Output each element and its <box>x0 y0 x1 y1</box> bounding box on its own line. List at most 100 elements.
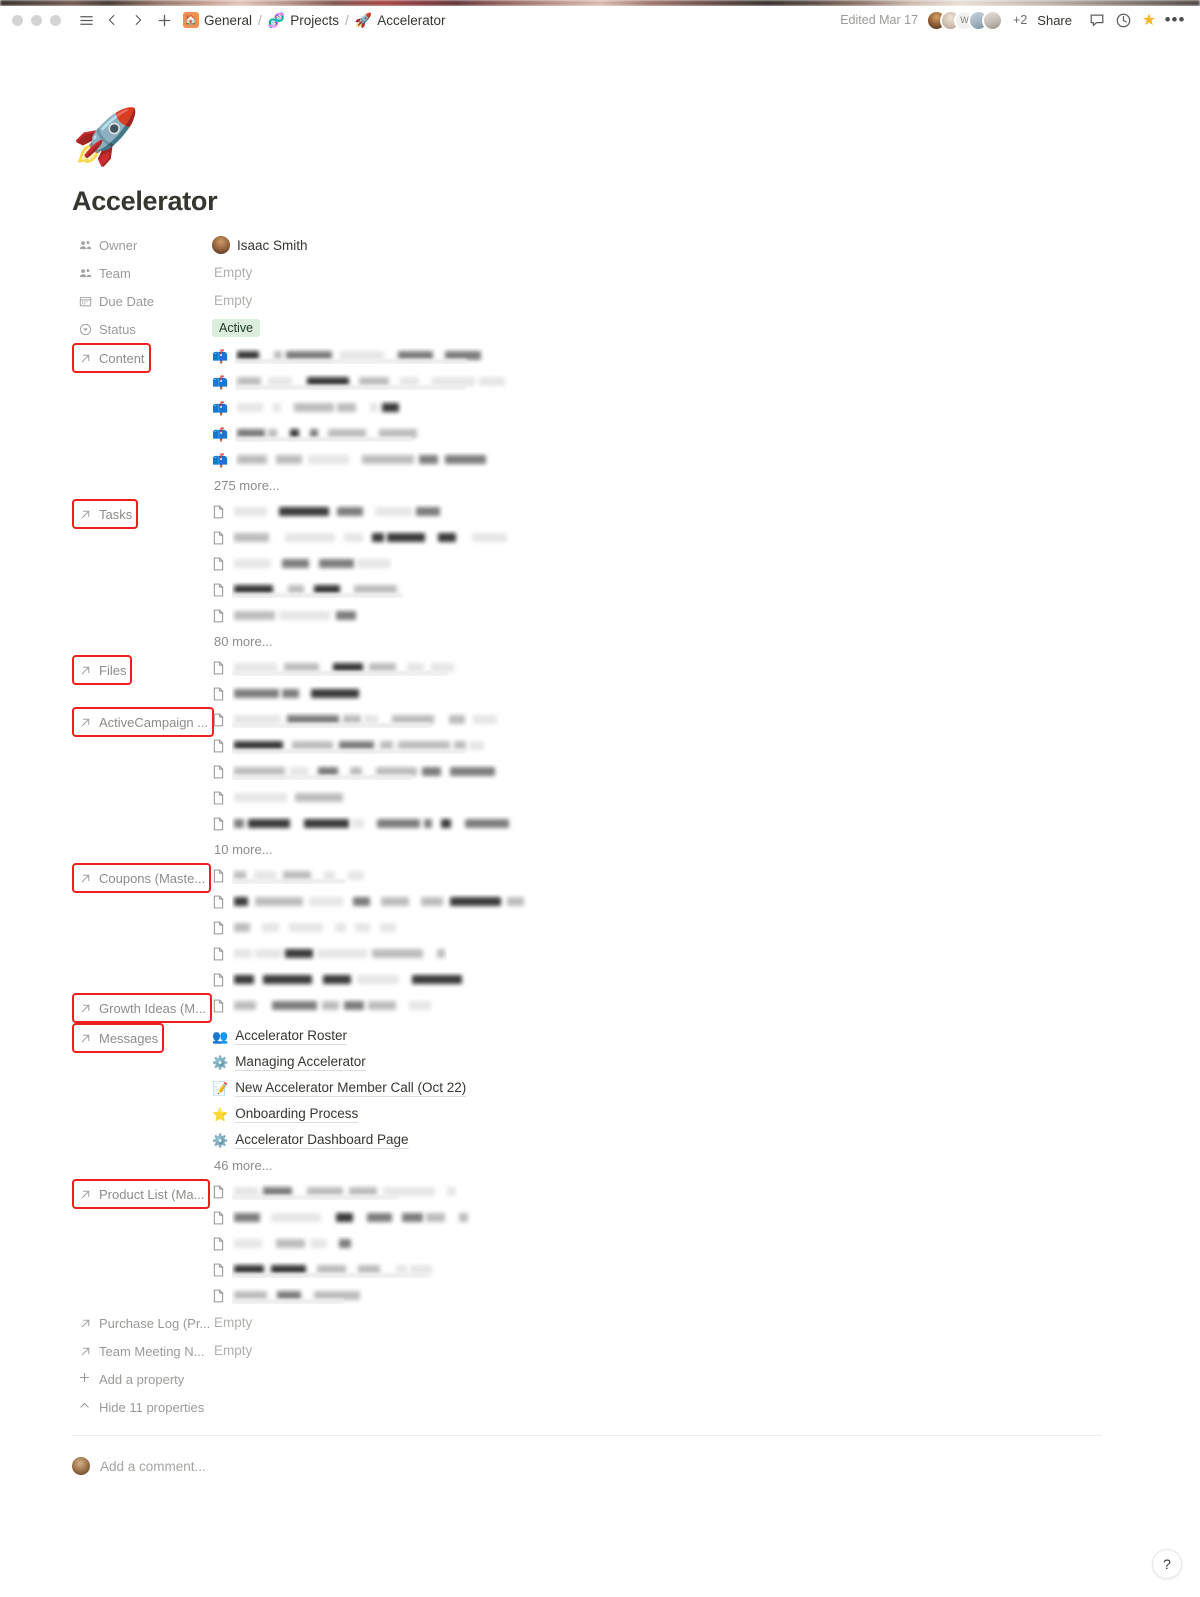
relation-item-redacted[interactable] <box>212 1205 1102 1231</box>
relation-item[interactable]: ⭐ Onboarding Process <box>212 1101 1102 1127</box>
relation-item-redacted[interactable] <box>212 551 1102 577</box>
relation-item[interactable]: ⚙️ Accelerator Dashboard Page <box>212 1127 1102 1153</box>
relation-item-redacted[interactable]: 📫 <box>212 395 1102 421</box>
property-value-cell[interactable] <box>212 993 1102 1021</box>
relation-item-redacted[interactable] <box>212 941 1102 967</box>
property-value-cell[interactable]: Active <box>212 315 1102 343</box>
property-name-owner[interactable]: Owner <box>72 231 212 259</box>
add-comment-row[interactable]: Add a comment... <box>72 1446 1102 1486</box>
minimize-window-button[interactable] <box>31 14 42 26</box>
relation-item-redacted[interactable] <box>212 681 1102 707</box>
relation-item-redacted[interactable]: 📫 <box>212 421 1102 447</box>
home-icon[interactable]: 🏠 <box>183 12 199 28</box>
property-name-coupons-maste[interactable]: Coupons (Maste... <box>72 863 212 893</box>
property-name-team[interactable]: Team <box>72 259 212 287</box>
relation-item-redacted[interactable] <box>212 967 1102 993</box>
relation-item-redacted[interactable]: 📫 <box>212 447 1102 473</box>
star-icon[interactable]: ★ <box>1136 7 1162 33</box>
page-icon-rocket[interactable]: 🚀 <box>72 110 1102 164</box>
property-value-cell[interactable] <box>212 1179 1102 1309</box>
property-value-cell[interactable]: Isaac Smith <box>212 231 1102 259</box>
relation-item-redacted[interactable] <box>212 1231 1102 1257</box>
relation-item-redacted[interactable] <box>212 655 1102 681</box>
document-icon <box>212 817 225 831</box>
relation-item-redacted[interactable] <box>212 785 1102 811</box>
property-name-status[interactable]: Status <box>72 315 212 343</box>
relation-item-redacted[interactable] <box>212 499 1102 525</box>
avatar-overflow-count[interactable]: +2 <box>1013 13 1027 27</box>
help-button[interactable]: ? <box>1152 1549 1182 1579</box>
property-value-cell[interactable]: 👥 Accelerator Roster ⚙️ Managing Accelerato… <box>212 1023 1102 1179</box>
chevron-right-icon[interactable] <box>125 7 151 33</box>
show-more-link[interactable]: 46 more... <box>212 1153 1102 1179</box>
breadcrumb-item-projects[interactable]: Projects <box>290 13 339 28</box>
maximize-window-button[interactable] <box>50 14 61 26</box>
share-button[interactable]: Share <box>1037 13 1072 28</box>
relation-item-redacted[interactable] <box>212 759 1102 785</box>
relation-item[interactable]: 👥 Accelerator Roster <box>212 1023 1102 1049</box>
relation-item-redacted[interactable] <box>212 1179 1102 1205</box>
relation-item-redacted[interactable] <box>212 863 1102 889</box>
add-property-button[interactable]: Add a property <box>72 1365 1102 1393</box>
relation-item-redacted[interactable]: 📫 <box>212 343 1102 369</box>
ellipsis-icon[interactable]: ••• <box>1162 7 1188 33</box>
property-value-empty[interactable]: Empty <box>212 287 1102 315</box>
property-value-empty[interactable]: Empty <box>212 1309 1102 1337</box>
property-name-team-meeting-n[interactable]: Team Meeting N... <box>72 1337 212 1365</box>
property-value-cell[interactable] <box>212 863 1102 993</box>
relation-item-redacted[interactable] <box>212 811 1102 837</box>
relation-item-redacted[interactable] <box>212 993 1102 1019</box>
property-name-tasks[interactable]: Tasks <box>72 499 139 529</box>
show-more-link[interactable]: 80 more... <box>212 629 1102 655</box>
hide-properties-button[interactable]: Hide 11 properties <box>72 1393 1102 1421</box>
property-name-messages[interactable]: Messages <box>72 1023 165 1053</box>
property-value-cell[interactable]: 📫 📫 📫 📫 📫 275 more... <box>212 343 1102 499</box>
property-name-purchase-log-pr[interactable]: Purchase Log (Pr... <box>72 1309 212 1337</box>
relation-item-redacted[interactable] <box>212 577 1102 603</box>
property-name-due-date[interactable]: Due Date <box>72 287 212 315</box>
relation-item-redacted[interactable]: 📫 <box>212 369 1102 395</box>
property-value-cell[interactable] <box>212 655 1102 707</box>
relation-item-redacted[interactable] <box>212 889 1102 915</box>
relation-item[interactable]: ⚙️ Managing Accelerator <box>212 1049 1102 1075</box>
relation-item-redacted[interactable] <box>212 1257 1102 1283</box>
breadcrumb-item-general[interactable]: General <box>204 13 252 28</box>
avatar[interactable] <box>982 9 1004 31</box>
relation-item-redacted[interactable] <box>212 1283 1102 1309</box>
breadcrumb-separator-2: / <box>345 12 349 28</box>
relation-item-redacted[interactable] <box>212 603 1102 629</box>
collaborator-avatars[interactable]: W <box>926 9 1004 31</box>
property-value-empty[interactable]: Empty <box>212 1337 1102 1365</box>
property-name-content[interactable]: Content <box>72 343 151 373</box>
clock-icon[interactable] <box>1110 7 1136 33</box>
property-value-cell[interactable]: 80 more... <box>212 499 1102 655</box>
show-more-link[interactable]: 10 more... <box>212 837 1102 863</box>
relation-item-redacted[interactable] <box>212 915 1102 941</box>
property-value-empty[interactable]: Empty <box>212 259 1102 287</box>
close-window-button[interactable] <box>12 14 23 26</box>
status-badge[interactable]: Active <box>212 319 261 337</box>
relation-item-redacted[interactable] <box>212 707 1102 733</box>
relation-item-redacted[interactable] <box>212 525 1102 551</box>
breadcrumb-item-accelerator[interactable]: Accelerator <box>377 13 445 28</box>
relation-item[interactable]: 📝 New Accelerator Member Call (Oct 22) <box>212 1075 1102 1101</box>
property-name-files[interactable]: Files <box>72 655 133 685</box>
show-more-link[interactable]: 275 more... <box>212 473 1102 499</box>
property-name-label: Owner <box>99 237 138 253</box>
plus-icon <box>78 1371 91 1387</box>
document-icon <box>212 583 225 597</box>
hide-properties-label: Hide 11 properties <box>99 1399 205 1415</box>
person-chip[interactable]: Isaac Smith <box>212 231 1102 259</box>
window-traffic-lights[interactable] <box>12 14 61 26</box>
property-name-activecampaign[interactable]: ActiveCampaign ... <box>72 707 215 737</box>
property-name-growth-ideas-m[interactable]: Growth Ideas (M... <box>72 993 212 1023</box>
property-value-cell[interactable]: 10 more... <box>212 707 1102 863</box>
page-title[interactable]: Accelerator <box>72 186 1102 217</box>
chevron-left-icon[interactable] <box>99 7 125 33</box>
comment-input-placeholder[interactable]: Add a comment... <box>100 1459 206 1474</box>
comment-icon[interactable] <box>1084 7 1110 33</box>
relation-item-redacted[interactable] <box>212 733 1102 759</box>
plus-icon[interactable] <box>151 7 177 33</box>
property-name-product-list-ma[interactable]: Product List (Ma... <box>72 1179 211 1209</box>
hamburger-icon[interactable] <box>73 7 99 33</box>
